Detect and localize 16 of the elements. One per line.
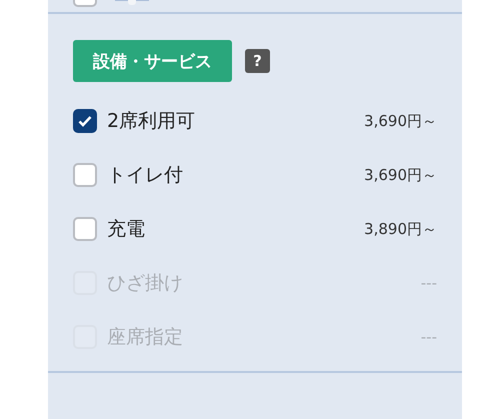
option-price: 3,690円～ [364, 166, 437, 184]
checkbox[interactable] [73, 217, 97, 241]
option-label: 座席指定 [107, 325, 184, 350]
check-icon [78, 115, 92, 127]
option-price: --- [420, 328, 437, 346]
option-price: --- [420, 274, 437, 292]
help-button[interactable]: ? [245, 49, 270, 73]
option-label: ひざ掛け [107, 271, 184, 296]
checkbox[interactable] [73, 163, 97, 187]
option-label: 2席利用可 [107, 109, 196, 134]
section-title: 設備・サービス [73, 40, 232, 82]
checkbox[interactable] [73, 109, 97, 133]
option-label: 充電 [107, 217, 146, 242]
option-price: 3,890円～ [364, 220, 437, 238]
option-price: 3,690円～ [364, 112, 437, 130]
option-label: トイレ付 [107, 163, 184, 188]
